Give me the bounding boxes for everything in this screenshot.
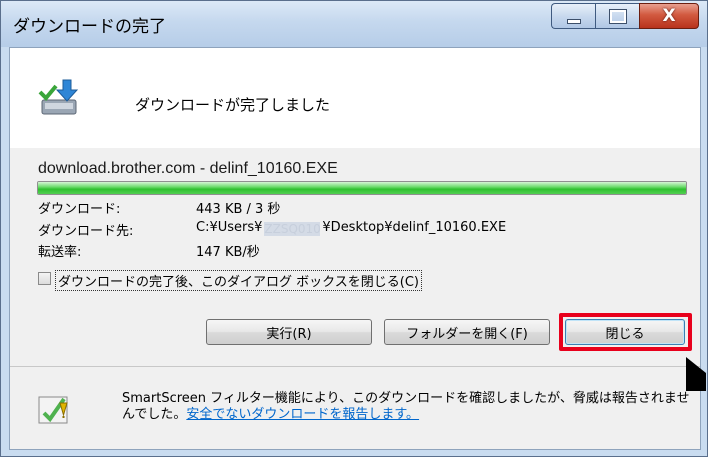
redacted-username: ZZSQ010 [264, 222, 321, 236]
maximize-button[interactable] [595, 3, 639, 29]
mouse-cursor-icon [686, 357, 706, 391]
smartscreen-message: SmartScreen フィルター機能により、このダウンロードを確認しましたが、… [122, 391, 692, 423]
file-name: download.brother.com - delinf_10160.EXE [38, 160, 338, 177]
minimize-button[interactable] [551, 3, 595, 29]
dialog-body: ダウンロードが完了しました download.brother.com - del… [9, 47, 701, 450]
rate-label: 転送率: [38, 245, 82, 260]
download-progress-bar [37, 181, 687, 195]
destination-label: ダウンロード先: [38, 224, 134, 239]
close-window-button[interactable]: X [639, 3, 699, 29]
minimize-icon [566, 18, 581, 24]
window-title: ダウンロードの完了 [13, 17, 166, 37]
title-bar[interactable]: ダウンロードの完了 X [1, 1, 707, 47]
download-complete-icon [38, 79, 79, 115]
close-after-label[interactable]: ダウンロードの完了後、このダイアログ ボックスを閉じる(C) [55, 270, 422, 291]
shield-check-icon [38, 396, 68, 424]
progress-fill [38, 182, 686, 194]
open-folder-button[interactable]: フォルダーを開く(F) [384, 319, 550, 345]
redacted-text: ZZSQ010 [264, 222, 321, 236]
destination-prefix: C:¥Users¥ [196, 220, 263, 235]
download-complete-dialog: ダウンロードの完了 X ダウンロードが完了しました download.broth… [0, 0, 708, 457]
run-button[interactable]: 実行(R) [206, 319, 372, 345]
rate-value: 147 KB/秒 [196, 245, 260, 260]
header-area: ダウンロードが完了しました [10, 48, 700, 148]
divider [10, 366, 700, 367]
close-button-highlight [559, 313, 692, 351]
completion-message: ダウンロードが完了しました [135, 96, 331, 114]
downloaded-label: ダウンロード: [38, 202, 121, 217]
destination-value: C:¥Users¥ ZZSQ010 ¥Desktop¥delinf_10160.EX… [196, 220, 506, 236]
close-after-checkbox[interactable] [38, 272, 51, 285]
downloaded-value: 443 KB / 3 秒 [196, 202, 281, 217]
destination-suffix: ¥Desktop¥delinf_10160.EXE [322, 220, 507, 235]
report-unsafe-download-link[interactable]: 安全でないダウンロードを報告します。 [186, 407, 419, 422]
maximize-icon [609, 9, 626, 23]
window-controls: X [551, 3, 699, 31]
close-icon: X [662, 6, 676, 26]
